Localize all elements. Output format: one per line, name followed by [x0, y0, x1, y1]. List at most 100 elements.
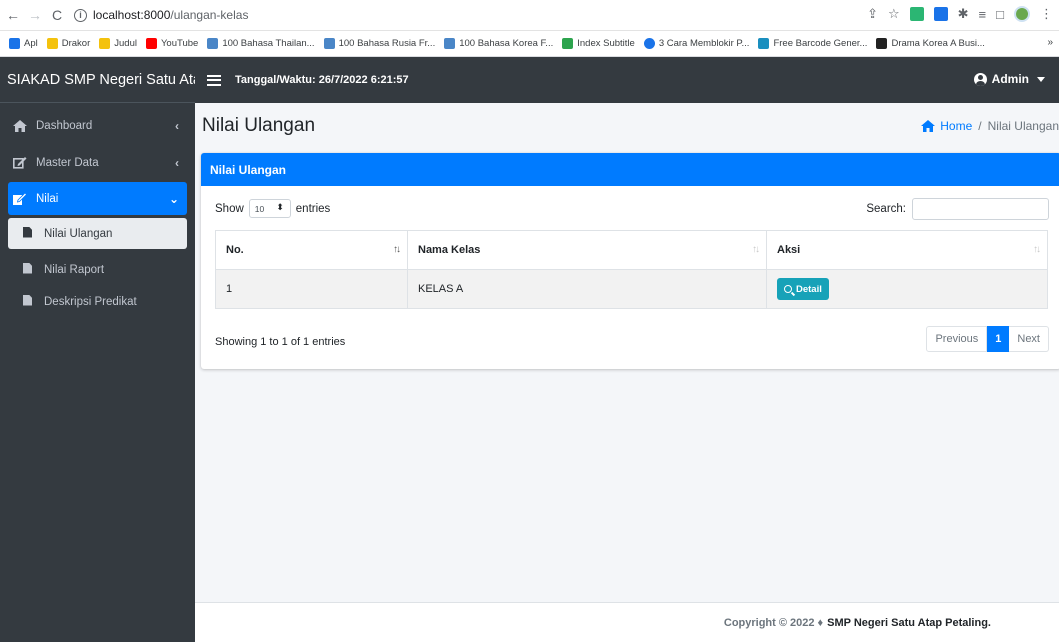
site-favicon-icon [207, 38, 219, 49]
bookmark-item[interactable]: Drakor [46, 38, 90, 49]
nilai-card: Nilai Ulangan Show 10 ⬍ entries Search: … [201, 153, 1059, 369]
bookmark-item[interactable]: Free Barcode Gener... [758, 38, 867, 49]
breadcrumb-separator: / [978, 119, 982, 133]
site-favicon-icon [444, 38, 456, 49]
browser-actions: ⇪ ☆ ✱ ≡ □ ⋮ [867, 6, 1053, 22]
data-table: No. ↑↓ Nama Kelas ↑↓ Aksi ↑↓ 1 KELAS A Deta… [215, 230, 1048, 309]
entries-label: entries [295, 202, 331, 215]
site-favicon-icon [643, 38, 655, 49]
search-input[interactable] [912, 198, 1049, 220]
search-plus-icon [784, 285, 792, 293]
breadcrumb-home[interactable]: Home [921, 119, 972, 133]
bookmark-item[interactable]: Judul [99, 38, 137, 49]
reload-icon[interactable]: C [48, 7, 66, 23]
extensions-puzzle-icon[interactable]: ✱ [958, 6, 969, 22]
table-info: Showing 1 to 1 of 1 entries [215, 336, 346, 348]
bookmark-item[interactable]: Drama Korea A Busi... [876, 38, 985, 49]
file-icon [23, 226, 34, 241]
chevron-left-icon: ‹ [175, 119, 179, 133]
column-header-nama-kelas[interactable]: Nama Kelas ↑↓ [407, 230, 767, 270]
home-icon [921, 120, 936, 132]
card-title: Nilai Ulangan [201, 153, 1059, 186]
share-icon[interactable]: ⇪ [867, 6, 878, 22]
url-path: /ulangan-kelas [170, 8, 249, 22]
profile-avatar[interactable] [1014, 6, 1030, 22]
menu-icon[interactable]: ⋮ [1040, 6, 1053, 22]
caret-down-icon [1037, 76, 1045, 82]
bookmark-item[interactable]: 100 Bahasa Korea F... [444, 38, 553, 49]
sidebar-item-nilai-raport[interactable]: Nilai Raport [8, 254, 187, 285]
bookmark-star-icon[interactable]: ☆ [888, 6, 900, 22]
edit-icon [12, 192, 28, 205]
youtube-icon [145, 38, 157, 49]
menu-toggle-icon[interactable] [207, 72, 221, 88]
user-name: Admin [991, 72, 1029, 86]
bookmark-item[interactable]: 100 Bahasa Thailan... [207, 38, 315, 49]
user-menu[interactable]: Admin [973, 72, 1045, 86]
back-icon[interactable]: ← [4, 7, 22, 23]
entries-length: Show 10 ⬍ entries [215, 199, 330, 218]
entries-select[interactable]: 10 ⬍ [248, 199, 291, 218]
table-row: 1 KELAS A Detail [215, 269, 1048, 309]
sidebar-item-label: Nilai Raport [44, 263, 105, 276]
site-favicon-icon [758, 38, 770, 49]
extension-icon[interactable] [909, 7, 924, 21]
sidebar-item-label: Deskripsi Predikat [44, 295, 137, 308]
breadcrumb-current: Nilai Ulangan [987, 119, 1059, 133]
folder-icon [46, 38, 58, 49]
bookmark-item[interactable]: 3 Cara Memblokir P... [643, 38, 749, 49]
bookmark-item[interactable]: 100 Bahasa Rusia Fr... [323, 38, 435, 49]
more-bookmarks-icon[interactable]: » [1047, 37, 1053, 48]
chevron-left-icon: ‹ [175, 156, 179, 170]
cell-nama-kelas: KELAS A [407, 269, 767, 309]
column-header-no[interactable]: No. ↑↓ [215, 230, 408, 270]
copyright-text: Copyright © 2022 ♦ [723, 616, 824, 629]
next-page-button[interactable]: Next [1009, 326, 1049, 352]
previous-page-button[interactable]: Previous [926, 326, 988, 352]
file-icon [23, 294, 34, 309]
chevron-down-icon: ⌄ [168, 192, 179, 206]
bookmarks-bar: Apl Drakor Judul YouTube 100 Bahasa Thai… [0, 31, 1059, 57]
page-1-button[interactable]: 1 [987, 326, 1010, 352]
page-title: Nilai Ulangan [202, 115, 316, 136]
cell-aksi: Detail [766, 269, 1048, 309]
side-panel-icon[interactable]: □ [996, 7, 1004, 22]
site-info-icon[interactable]: i [74, 8, 87, 22]
column-header-aksi[interactable]: Aksi ↑↓ [766, 230, 1048, 270]
top-navbar: Tanggal/Waktu: 26/7/2022 6:21:57 Admin [195, 57, 1059, 103]
apps-icon [9, 38, 20, 49]
site-favicon-icon [876, 38, 888, 49]
bookmark-item[interactable]: Index Subtitle [562, 38, 635, 49]
table-search: Search: [866, 198, 1049, 220]
url-host: localhost:8000 [93, 8, 171, 22]
footer-org: SMP Negeri Satu Atap Petaling. [827, 616, 991, 629]
pagination: Previous 1 Next [926, 326, 1049, 352]
sidebar-item-label: Nilai [36, 192, 59, 205]
brand-link[interactable]: SIAKAD SMP Negeri Satu Atap [0, 57, 209, 103]
forward-icon[interactable]: → [26, 7, 44, 23]
main-content: Nilai Ulangan Home / Nilai Ulangan Nilai… [195, 103, 1059, 602]
sidebar-item-nilai-ulangan[interactable]: Nilai Ulangan [8, 218, 187, 249]
file-icon [23, 262, 34, 277]
sidebar: Dashboard ‹ Master Data ‹ Nilai ⌄ Nilai … [0, 103, 195, 642]
folder-icon [99, 38, 111, 49]
show-label: Show [215, 202, 244, 215]
select-arrows-icon: ⬍ [276, 202, 284, 212]
detail-button[interactable]: Detail [777, 278, 829, 300]
footer: Copyright © 2022 ♦ SMP Negeri Satu Atap … [195, 602, 1059, 642]
sort-asc-icon: ↑↓ [393, 244, 401, 255]
home-icon [12, 119, 28, 132]
extension-new-icon[interactable] [933, 7, 948, 21]
sidebar-item-nilai[interactable]: Nilai ⌄ [8, 182, 187, 215]
address-bar[interactable]: i localhost:8000/ulangan-kelas [74, 3, 674, 27]
bookmark-item[interactable]: Apl [9, 38, 38, 49]
bookmark-item[interactable]: YouTube [145, 38, 198, 49]
sort-icon: ↑↓ [752, 244, 760, 255]
sidebar-item-deskripsi-predikat[interactable]: Deskripsi Predikat [8, 286, 187, 317]
sidebar-item-dashboard[interactable]: Dashboard ‹ [8, 109, 187, 142]
search-label: Search: [866, 203, 906, 215]
datetime-display: Tanggal/Waktu: 26/7/2022 6:21:57 [235, 74, 409, 86]
site-favicon-icon [323, 38, 335, 49]
sidebar-item-master-data[interactable]: Master Data ‹ [8, 146, 187, 179]
reading-list-icon[interactable]: ≡ [979, 7, 987, 22]
